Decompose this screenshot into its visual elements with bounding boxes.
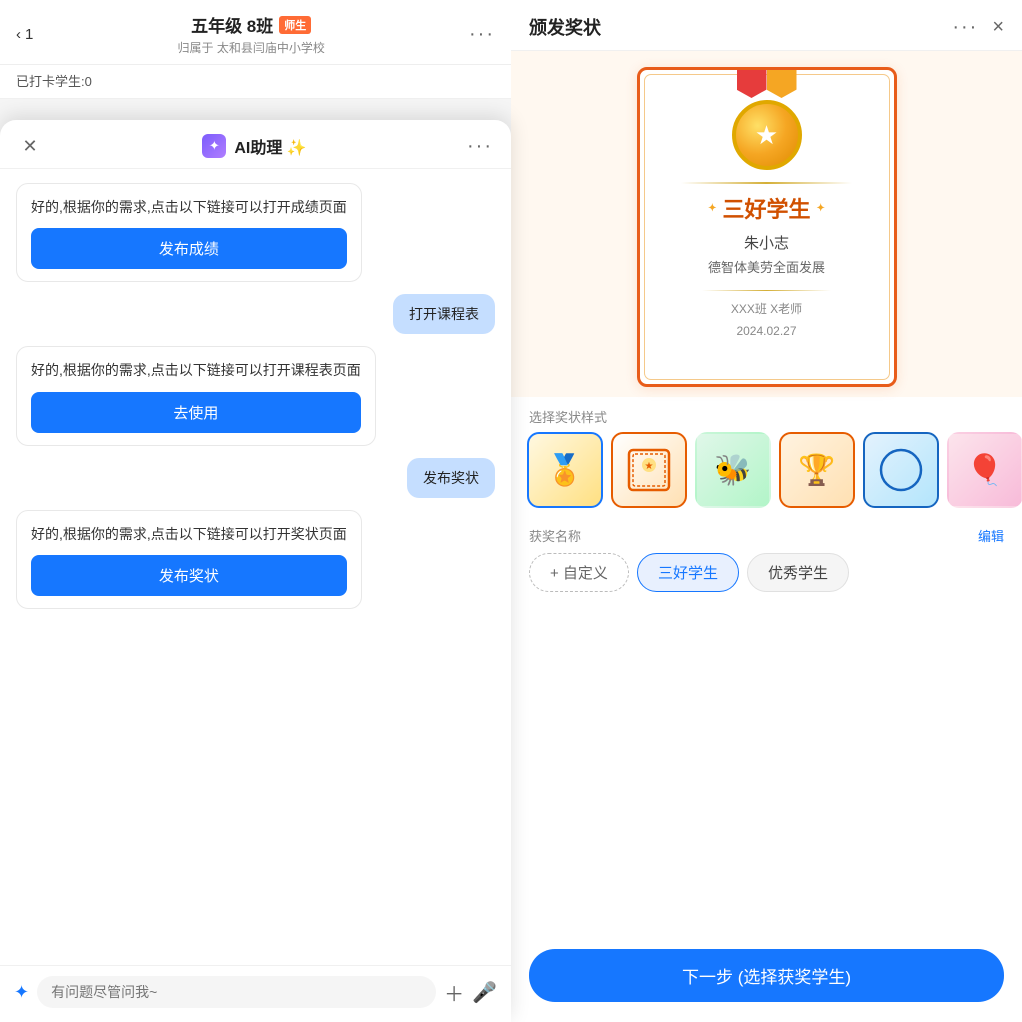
- cert-medal-circle: ★: [732, 100, 802, 170]
- back-icon: ‹: [16, 26, 21, 43]
- right-more-button[interactable]: ···: [952, 16, 978, 39]
- custom-chip[interactable]: + 自定义: [529, 553, 629, 592]
- class-title: 五年级 8班 师生: [33, 12, 469, 37]
- ribbon-left: [737, 70, 767, 98]
- magic-icon: ✦: [14, 982, 29, 1003]
- bot-text-2: 好的,根据你的需求,点击以下链接可以打开课程表页面: [31, 359, 361, 381]
- ai-logo-icon: ✦: [202, 134, 226, 158]
- class-info-bar: 已打卡学生:0: [0, 65, 511, 99]
- cert-student-name: 朱小志: [744, 232, 789, 253]
- right-title: 颁发奖状: [529, 14, 601, 40]
- bot-message-3: 好的,根据你的需求,点击以下链接可以打开奖状页面 发布奖状: [16, 510, 362, 609]
- ai-close-button[interactable]: ✕: [18, 134, 42, 158]
- award-chips: + 自定义 三好学生 优秀学生: [529, 553, 1004, 592]
- right-close-button[interactable]: ×: [992, 16, 1004, 39]
- cert-divider-bottom: [702, 290, 830, 291]
- back-button[interactable]: ‹ 1: [16, 26, 33, 43]
- bot-message-2: 好的,根据你的需求,点击以下链接可以打开课程表页面 去使用: [16, 346, 376, 445]
- style-item-5[interactable]: [863, 432, 939, 508]
- certificate-preview: ★ 三好学生 朱小志 德智体美劳全面发展 XXX班 X老师 2024.02.27: [511, 51, 1022, 397]
- right-panel: 颁发奖状 ··· × ★ 三好学生 朱小志 德智体美劳全面发展: [511, 0, 1022, 1022]
- award-names-edit-button[interactable]: 编辑: [978, 526, 1004, 545]
- award-names-section: 获奖名称 编辑 + 自定义 三好学生 优秀学生: [511, 518, 1022, 602]
- sanhao-chip[interactable]: 三好学生: [637, 553, 739, 592]
- cert-date: 2024.02.27: [731, 321, 802, 343]
- bot-text-1: 好的,根据你的需求,点击以下链接可以打开成绩页面: [31, 196, 347, 218]
- style-grid: 🏅 ★ 🐝 🏆 🎈 ✏️ ⭐ 🎖️ 🌈: [511, 432, 1022, 518]
- publish-award-button[interactable]: 发布奖状: [31, 555, 347, 596]
- youxiu-chip[interactable]: 优秀学生: [747, 553, 849, 592]
- cert-ribbon: [737, 70, 797, 98]
- cert-divider-top: [681, 182, 852, 184]
- style-item-3[interactable]: 🐝: [695, 432, 771, 508]
- ai-overlay: ✕ ✦ AI助理 ✨ ··· 好的,根据你的需求,点击以下链接可以打开成绩页面 …: [0, 120, 511, 1022]
- ai-chat-area: 好的,根据你的需求,点击以下链接可以打开成绩页面 发布成绩 打开课程表 好的,根…: [0, 169, 511, 965]
- right-header-actions: ··· ×: [952, 16, 1004, 39]
- next-step-button[interactable]: 下一步 (选择获奖学生): [529, 949, 1004, 1002]
- bot-message-1: 好的,根据你的需求,点击以下链接可以打开成绩页面 发布成绩: [16, 183, 362, 282]
- style-item-2[interactable]: ★: [611, 432, 687, 508]
- award-names-label: 获奖名称: [529, 526, 581, 545]
- teacher-badge: 师生: [279, 16, 311, 34]
- style-item-1[interactable]: 🏅: [527, 432, 603, 508]
- ai-input-bar: ✦ ＋ 🎤: [0, 965, 511, 1022]
- user-message-1: 打开课程表: [393, 294, 495, 334]
- ai-title: AI助理 ✨: [234, 134, 306, 158]
- cert-star-icon: ★: [755, 120, 778, 151]
- next-btn-wrap: 下一步 (选择获奖学生): [511, 937, 1022, 1022]
- ribbon-right: [767, 70, 797, 98]
- right-header: 颁发奖状 ··· ×: [511, 0, 1022, 51]
- left-panel: ‹ 1 五年级 8班 师生 归属于 太和县闫庙中小学校 ··· 已打卡学生:0 …: [0, 0, 511, 1022]
- use-schedule-button[interactable]: 去使用: [31, 392, 361, 433]
- user-message-2: 发布奖状: [407, 458, 495, 498]
- cert-footer: XXX班 X老师 2024.02.27: [731, 299, 802, 342]
- ai-title-wrap: ✦ AI助理 ✨: [202, 134, 306, 158]
- svg-text:★: ★: [645, 461, 654, 472]
- add-icon[interactable]: ＋: [444, 978, 464, 1007]
- mic-icon[interactable]: 🎤: [472, 980, 497, 1005]
- header-more-button[interactable]: ···: [469, 23, 495, 46]
- award-names-header: 获奖名称 编辑: [529, 526, 1004, 545]
- cert-class-teacher: XXX班 X老师: [731, 299, 802, 321]
- cert-award-name: 三好学生: [708, 192, 825, 224]
- class-header-center: 五年级 8班 师生 归属于 太和县闫庙中小学校: [33, 12, 469, 56]
- bot-text-3: 好的,根据你的需求,点击以下链接可以打开奖状页面: [31, 523, 347, 545]
- style-item-6[interactable]: 🎈: [947, 432, 1022, 508]
- publish-grades-button[interactable]: 发布成绩: [31, 228, 347, 269]
- ai-input-field[interactable]: [37, 976, 436, 1008]
- style-section-label: 选择奖状样式: [511, 397, 1022, 432]
- certificate-card: ★ 三好学生 朱小志 德智体美劳全面发展 XXX班 X老师 2024.02.27: [637, 67, 897, 387]
- cert-medal: ★: [722, 80, 812, 170]
- back-count: 1: [25, 26, 33, 43]
- cert-description: 德智体美劳全面发展: [708, 257, 825, 276]
- ai-header: ✕ ✦ AI助理 ✨ ···: [0, 120, 511, 169]
- ai-more-button[interactable]: ···: [467, 135, 493, 158]
- class-subtitle: 归属于 太和县闫庙中小学校: [33, 39, 469, 56]
- style-item-4[interactable]: 🏆: [779, 432, 855, 508]
- class-header: ‹ 1 五年级 8班 师生 归属于 太和县闫庙中小学校 ···: [0, 0, 511, 65]
